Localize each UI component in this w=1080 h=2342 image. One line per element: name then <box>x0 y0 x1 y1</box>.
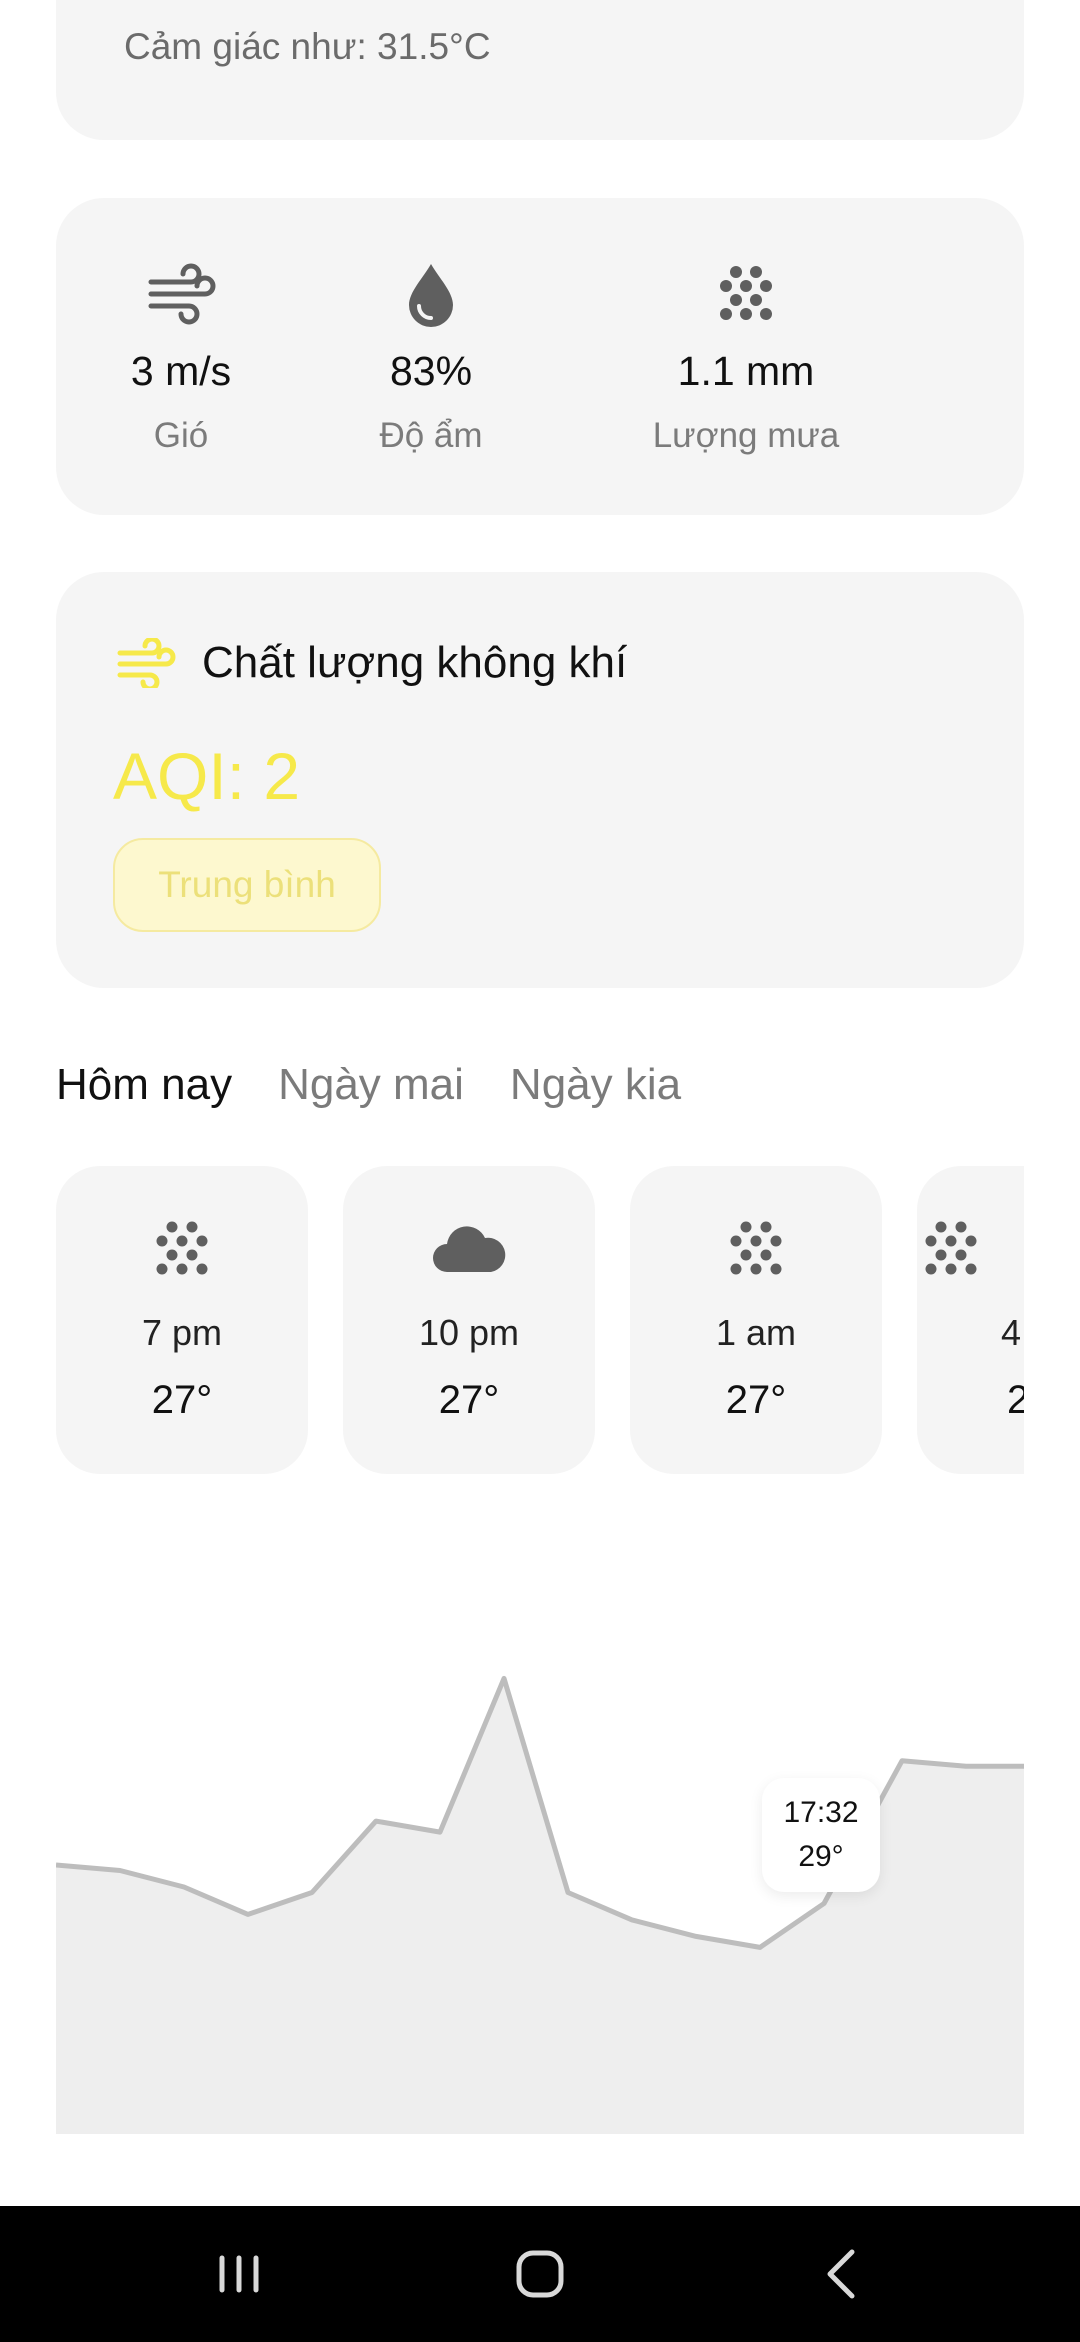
hourly-temp: 2 <box>1007 1378 1024 1422</box>
hourly-time: 10 pm <box>418 1312 520 1353</box>
weather-stats-card: 3 m/s Gió 83% Độ ẩm 1.1 mm Lượng mưa <box>56 198 1024 515</box>
hourly-item[interactable]: 1 am 27° <box>630 1166 882 1474</box>
stat-wind-value: 3 m/s <box>130 348 232 394</box>
stat-wind: 3 m/s Gió <box>56 198 306 515</box>
wind-icon <box>117 638 176 688</box>
hourly-time: 4 <box>1001 1312 1022 1353</box>
humidity-drop-icon <box>409 264 453 327</box>
stat-humidity-label: Độ ẩm <box>379 416 483 455</box>
hourly-time: 7 pm <box>141 1312 223 1353</box>
hourly-temp: 27° <box>438 1378 500 1422</box>
stat-rain-label: Lượng mưa <box>652 416 840 455</box>
aqi-value: AQI: 2 <box>113 739 301 813</box>
hourly-temp: 27° <box>151 1378 213 1422</box>
rain-dots-icon <box>156 1221 208 1275</box>
rain-dots-icon <box>730 1221 782 1275</box>
day-tabs: Hôm nay Ngày mai Ngày kia <box>56 1060 681 1120</box>
chart-tooltip: 17:32 29° <box>762 1778 880 1892</box>
stat-rain-value: 1.1 mm <box>677 348 815 394</box>
tab-day-after-tomorrow[interactable]: Ngày kia <box>510 1060 681 1120</box>
chart-tooltip-temp: 29° <box>798 1840 844 1873</box>
recent-apps-icon[interactable] <box>204 2244 274 2304</box>
cloud-icon <box>433 1226 506 1272</box>
hourly-item[interactable]: 10 pm 27° <box>343 1166 595 1474</box>
hourly-item[interactable]: 7 pm 27° <box>56 1166 308 1474</box>
feels-like-card: Cảm giác như: 31.5°C <box>56 0 1024 140</box>
rain-dots-icon <box>925 1221 977 1275</box>
stat-humidity-value: 83% <box>389 348 473 394</box>
rain-dots-icon <box>720 266 772 320</box>
chart-tooltip-time: 17:32 <box>783 1796 859 1829</box>
chart-area-fill <box>56 1678 1024 2134</box>
stat-humidity: 83% Độ ẩm <box>306 198 556 515</box>
hourly-item[interactable]: 4 2 <box>917 1166 1024 1474</box>
air-quality-title: Chất lượng không khí <box>202 638 628 687</box>
back-icon[interactable] <box>808 2244 878 2304</box>
wind-icon <box>148 263 216 325</box>
feels-like-text: Cảm giác như: 31.5°C <box>124 26 491 67</box>
tab-today[interactable]: Hôm nay <box>56 1060 232 1120</box>
hourly-time: 1 am <box>715 1312 797 1353</box>
temperature-chart[interactable] <box>56 1640 1024 2134</box>
home-icon[interactable] <box>505 2244 575 2304</box>
stat-wind-label: Gió <box>153 416 209 455</box>
hourly-temp: 27° <box>725 1378 787 1422</box>
stat-rain: 1.1 mm Lượng mưa <box>596 198 896 515</box>
air-quality-card: Chất lượng không khí AQI: 2 Trung bình <box>56 572 1024 988</box>
aqi-status-badge: Trung bình <box>113 838 381 932</box>
hourly-forecast-list[interactable]: 7 pm 27° 10 pm 27° 1 am 27° 4 2 <box>56 1166 1024 1476</box>
system-nav-bar <box>0 2206 1080 2342</box>
tab-tomorrow[interactable]: Ngày mai <box>278 1060 464 1120</box>
